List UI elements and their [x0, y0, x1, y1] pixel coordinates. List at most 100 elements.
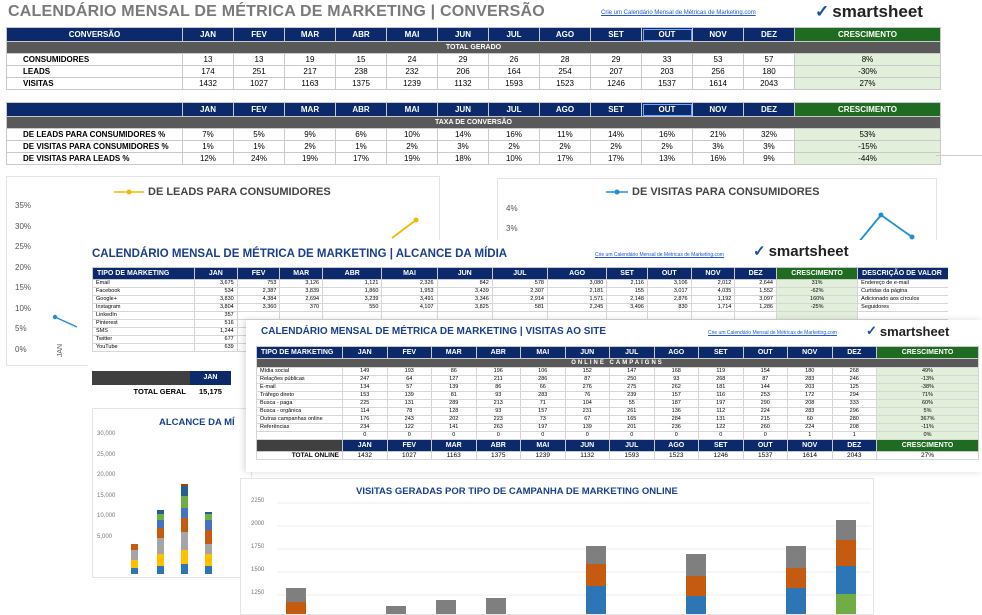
cell-value[interactable]: 3%	[437, 140, 489, 153]
smartsheet-logo[interactable]: ✓ smartsheet	[753, 242, 849, 261]
cell-value[interactable]: 1163	[284, 77, 336, 90]
cell-value[interactable]: 1593	[488, 77, 540, 90]
cell-value[interactable]: 213	[475, 399, 521, 408]
cell-value[interactable]: 2%	[386, 140, 438, 153]
cell-value[interactable]: 29	[590, 53, 642, 66]
cell-value[interactable]: 1,121	[322, 279, 383, 288]
cell-value[interactable]: 149	[342, 367, 388, 376]
cell-value[interactable]	[646, 311, 692, 320]
cell-value[interactable]: 3,804	[194, 303, 238, 312]
cell-value[interactable]: 203	[787, 383, 833, 392]
cell-value[interactable]: 12%	[182, 152, 234, 165]
cell-value[interactable]: 2%	[284, 140, 336, 153]
cell-value[interactable]: 139	[564, 423, 610, 432]
cell-value[interactable]: 2,326	[381, 279, 438, 288]
cell-value[interactable]: 131	[698, 415, 744, 424]
cell-value[interactable]: 3,360	[236, 303, 281, 312]
cell-value[interactable]: 136	[653, 407, 699, 416]
cell-value[interactable]: 16%	[641, 128, 693, 141]
cell-value[interactable]: 283	[520, 391, 566, 400]
cell-value[interactable]: 280	[831, 415, 877, 424]
cell-value[interactable]: 9%	[743, 152, 795, 165]
cell-value[interactable]: 202	[431, 415, 477, 424]
cell-value[interactable]: 73	[520, 415, 566, 424]
cell-value[interactable]: 1	[831, 431, 877, 440]
cell-value[interactable]: 13%	[641, 152, 693, 165]
cell-value[interactable]: 2,148	[606, 295, 648, 304]
cell-value[interactable]: 3,126	[279, 279, 324, 288]
cell-value[interactable]: 5%	[233, 128, 285, 141]
cell-value[interactable]: 1,714	[690, 303, 736, 312]
cell-value[interactable]: 4,107	[381, 303, 438, 312]
cell-value[interactable]: 67	[564, 415, 610, 424]
cell-value[interactable]	[491, 311, 548, 320]
cell-value[interactable]: 3,080	[546, 279, 608, 288]
cell-value[interactable]: 2%	[488, 140, 540, 153]
cell-value[interactable]: 0	[431, 431, 477, 440]
cell-value[interactable]	[436, 311, 493, 320]
smartsheet-logo[interactable]: ✓ smartsheet	[866, 323, 949, 339]
cell-value[interactable]: 2,694	[279, 295, 324, 304]
cell-value[interactable]: 176	[342, 415, 388, 424]
cell-value[interactable]: 0	[342, 431, 388, 440]
cell-value[interactable]: 180	[743, 65, 795, 78]
cell-value[interactable]: 238	[335, 65, 387, 78]
cell-value[interactable]: 17%	[335, 152, 387, 165]
cell-value[interactable]: 9%	[284, 128, 336, 141]
cell-value[interactable]: 283	[787, 407, 833, 416]
cell-value[interactable]: 1%	[335, 140, 387, 153]
cell-value[interactable]: 93	[475, 407, 521, 416]
cell-value[interactable]: 3,491	[381, 295, 438, 304]
cell-value[interactable]: 0	[609, 431, 655, 440]
cell-value[interactable]: 29	[437, 53, 489, 66]
cell-value[interactable]: 112	[698, 407, 744, 416]
cell-value[interactable]: 276	[564, 383, 610, 392]
cell-value[interactable]: 201	[609, 423, 655, 432]
cell-value[interactable]	[322, 311, 383, 320]
cell-value[interactable]: 357	[194, 311, 238, 320]
cell-value[interactable]: 246	[831, 375, 877, 384]
cell-value[interactable]: 55	[609, 399, 655, 408]
cell-value[interactable]: 223	[475, 415, 521, 424]
cell-value[interactable]: 17%	[539, 152, 591, 165]
cell-value[interactable]: 2,012	[690, 279, 736, 288]
cell-value[interactable]	[279, 311, 324, 320]
cell-value[interactable]: 268	[698, 375, 744, 384]
cell-value[interactable]: 13	[182, 53, 234, 66]
cell-value[interactable]: 174	[182, 65, 234, 78]
cell-value[interactable]: 53	[692, 53, 744, 66]
cell-value[interactable]: 3,439	[436, 287, 493, 296]
cell-value[interactable]: 247	[342, 375, 388, 384]
cell-value[interactable]: 2,181	[546, 287, 608, 296]
cell-value[interactable]: 1,953	[381, 287, 438, 296]
chart-alcance-midia[interactable]: ALCANCE DA MÍ 30,000 25,000 20,000 15,000 10…	[92, 408, 252, 578]
cell-value[interactable]: 578	[491, 279, 548, 288]
cell-value[interactable]: 33	[641, 53, 693, 66]
cell-value[interactable]: 57	[386, 383, 432, 392]
cell-value[interactable]	[546, 311, 608, 320]
cell-value[interactable]: 114	[342, 407, 388, 416]
cell-value[interactable]: 1239	[386, 77, 438, 90]
cell-value[interactable]: 2%	[539, 140, 591, 153]
template-link[interactable]: Crie um Calendário Mensal de Métricas de…	[601, 10, 756, 16]
cell-value[interactable]: 254	[539, 65, 591, 78]
cell-value[interactable]: 165	[609, 415, 655, 424]
cell-value[interactable]: 154	[742, 367, 788, 376]
cell-value[interactable]: 71	[520, 399, 566, 408]
cell-value[interactable]: 87	[564, 375, 610, 384]
cell-value[interactable]: 87	[742, 375, 788, 384]
cell-value[interactable]: 78	[386, 407, 432, 416]
cell-value[interactable]: 164	[488, 65, 540, 78]
cell-value[interactable]: 1,571	[546, 295, 608, 304]
cell-value[interactable]: 187	[653, 399, 699, 408]
cell-value[interactable]: 3,097	[734, 295, 777, 304]
cell-value[interactable]: 243	[386, 415, 432, 424]
cell-value[interactable]: 24	[386, 53, 438, 66]
cell-value[interactable]: 3%	[743, 140, 795, 153]
cell-value[interactable]: 2,876	[646, 295, 692, 304]
cell-value[interactable]: 1027	[233, 77, 285, 90]
cell-value[interactable]: 139	[431, 383, 477, 392]
cell-value[interactable]: 232	[386, 65, 438, 78]
cell-value[interactable]: 7%	[182, 128, 234, 141]
cell-value[interactable]: 1,860	[322, 287, 383, 296]
